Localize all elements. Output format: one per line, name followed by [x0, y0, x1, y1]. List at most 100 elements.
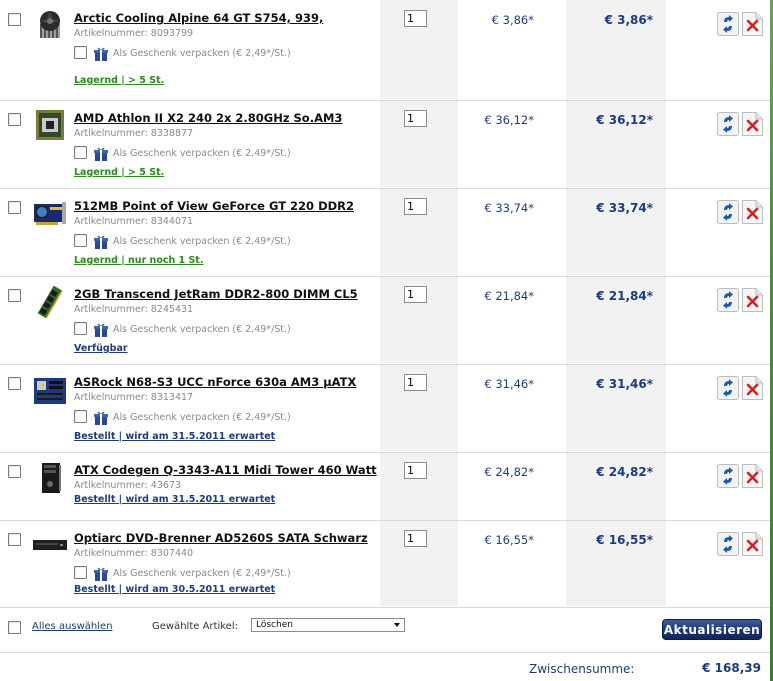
quantity-input[interactable] — [404, 286, 427, 303]
subtotal-value: € 168,39 — [702, 661, 761, 675]
cpu-cooler-icon[interactable] — [32, 10, 68, 42]
quantity-input[interactable] — [404, 110, 427, 127]
line-total: € 24,82* — [596, 465, 653, 479]
quantity-input[interactable] — [404, 374, 427, 391]
gift-wrap-option: Als Geschenk verpacken (€ 2,49*/St.) — [74, 143, 291, 162]
quantity-input[interactable] — [404, 462, 427, 479]
delete-icon[interactable] — [742, 200, 763, 224]
delete-icon[interactable] — [742, 464, 763, 488]
stock-status-link[interactable]: Lagernd | > 5 St. — [74, 167, 164, 178]
unit-price: € 24,82* — [484, 465, 534, 479]
product-title-link[interactable]: Optiarc DVD-Brenner AD5260S SATA Schwarz — [74, 531, 368, 545]
refresh-icon[interactable] — [717, 112, 739, 136]
gift-wrap-option: Als Geschenk verpacken (€ 2,49*/St.) — [74, 231, 291, 250]
article-number: Artikelnummer: 8313417 — [74, 392, 194, 403]
refresh-icon[interactable] — [717, 288, 739, 312]
refresh-icon[interactable] — [717, 464, 739, 488]
row-select-checkbox[interactable] — [8, 201, 21, 214]
row-select-checkbox[interactable] — [8, 13, 21, 26]
row-select-checkbox[interactable] — [8, 377, 21, 390]
gift-wrap-option: Als Geschenk verpacken (€ 2,49*/St.) — [74, 407, 291, 425]
cart-row: Arctic Cooling Alpine 64 GT S754, 939, Ar… — [0, 0, 770, 101]
gift-wrap-checkbox[interactable] — [74, 410, 87, 423]
article-number: Artikelnummer: 8344071 — [74, 216, 194, 227]
chevron-down-icon — [394, 623, 400, 627]
row-select-checkbox[interactable] — [8, 113, 21, 126]
article-number: Artikelnummer: 8093799 — [74, 28, 194, 39]
article-number: Artikelnummer: 8307440 — [74, 548, 194, 559]
delete-icon[interactable] — [742, 112, 763, 136]
gift-wrap-label: Als Geschenk verpacken (€ 2,49*/St.) — [113, 48, 291, 59]
gift-wrap-label: Als Geschenk verpacken (€ 2,49*/St.) — [113, 236, 291, 247]
row-select-checkbox[interactable] — [8, 465, 21, 478]
line-total: € 21,84* — [596, 289, 653, 303]
stock-status-link[interactable]: Lagernd | > 5 St. — [74, 75, 164, 86]
stock-status-link[interactable]: Bestellt | wird am 31.5.2011 erwartet — [74, 494, 275, 505]
bulk-action-select[interactable]: Löschen — [251, 618, 405, 632]
cpu-icon[interactable] — [32, 110, 68, 142]
quantity-input[interactable] — [404, 10, 427, 27]
bulk-action-value: Löschen — [256, 620, 293, 630]
gift-wrap-label: Als Geschenk verpacken (€ 2,49*/St.) — [113, 412, 291, 423]
cart-panel: Arctic Cooling Alpine 64 GT S754, 939, Ar… — [0, 0, 770, 681]
line-total: € 3,86* — [604, 13, 653, 27]
stock-status-link[interactable]: Bestellt | wird am 31.5.2011 erwartet — [74, 431, 275, 442]
stock-status-link[interactable]: Bestellt | wird am 30.5.2011 erwartet — [74, 584, 275, 595]
gift-wrap-checkbox[interactable] — [74, 566, 87, 579]
gift-icon — [93, 46, 109, 62]
graphics-card-icon[interactable] — [32, 198, 68, 230]
select-all-checkbox[interactable] — [8, 621, 21, 634]
gift-icon — [93, 566, 109, 582]
row-select-checkbox[interactable] — [8, 289, 21, 302]
product-title-link[interactable]: Arctic Cooling Alpine 64 GT S754, 939, — [74, 11, 323, 25]
article-number: Artikelnummer: 43673 — [74, 480, 181, 491]
gift-wrap-checkbox[interactable] — [74, 146, 87, 159]
select-all-link[interactable]: Alles auswählen — [32, 621, 113, 632]
gift-icon — [93, 322, 109, 338]
delete-icon[interactable] — [742, 376, 763, 400]
refresh-icon[interactable] — [717, 12, 739, 36]
cart-row: Optiarc DVD-Brenner AD5260S SATA Schwarz… — [0, 520, 770, 608]
line-total: € 36,12* — [596, 113, 653, 127]
unit-price: € 16,55* — [484, 533, 534, 547]
gift-icon — [93, 234, 109, 250]
product-title-link[interactable]: AMD Athlon II X2 240 2x 2.80GHz So.AM3 — [74, 111, 342, 125]
cart-row: 2GB Transcend JetRam DDR2-800 DIMM CL5 Ar… — [0, 276, 770, 365]
dvd-drive-icon[interactable] — [32, 530, 68, 562]
refresh-icon[interactable] — [717, 532, 739, 556]
pc-tower-icon[interactable] — [32, 462, 68, 494]
delete-icon[interactable] — [742, 288, 763, 312]
line-total: € 16,55* — [596, 533, 653, 547]
cart-row: ASRock N68-S3 UCC nForce 630a AM3 µATX Ar… — [0, 364, 770, 453]
gift-icon — [93, 146, 109, 162]
stock-status-link[interactable]: Verfügbar — [74, 343, 128, 354]
unit-price: € 36,12* — [484, 113, 534, 127]
product-title-link[interactable]: ATX Codegen Q-3343-A11 Midi Tower 460 Wa… — [74, 463, 377, 477]
line-total: € 33,74* — [596, 201, 653, 215]
gift-wrap-checkbox[interactable] — [74, 322, 87, 335]
unit-price: € 31,46* — [484, 377, 534, 391]
article-number: Artikelnummer: 8338877 — [74, 128, 194, 139]
gift-wrap-checkbox[interactable] — [74, 46, 87, 59]
quantity-input[interactable] — [404, 530, 427, 547]
selected-items-label: Gewählte Artikel: — [152, 621, 238, 632]
refresh-icon[interactable] — [717, 376, 739, 400]
quantity-input[interactable] — [404, 198, 427, 215]
refresh-icon[interactable] — [717, 200, 739, 224]
subtotal-label: Zwischensumme: — [529, 662, 635, 676]
delete-icon[interactable] — [742, 532, 763, 556]
product-title-link[interactable]: 512MB Point of View GeForce GT 220 DDR2 — [74, 199, 354, 213]
stock-status-link[interactable]: Lagernd | nur noch 1 St. — [74, 255, 203, 266]
delete-icon[interactable] — [742, 12, 763, 36]
ram-icon[interactable] — [32, 285, 68, 319]
motherboard-icon[interactable] — [32, 374, 68, 406]
gift-wrap-label: Als Geschenk verpacken (€ 2,49*/St.) — [113, 568, 291, 579]
product-title-link[interactable]: 2GB Transcend JetRam DDR2-800 DIMM CL5 — [74, 287, 358, 301]
gift-wrap-label: Als Geschenk verpacken (€ 2,49*/St.) — [113, 324, 291, 335]
product-title-link[interactable]: ASRock N68-S3 UCC nForce 630a AM3 µATX — [74, 375, 356, 389]
gift-wrap-label: Als Geschenk verpacken (€ 2,49*/St.) — [113, 148, 291, 159]
unit-price: € 33,74* — [484, 201, 534, 215]
row-select-checkbox[interactable] — [8, 533, 21, 546]
update-button[interactable]: Aktualisieren — [662, 619, 762, 640]
gift-wrap-checkbox[interactable] — [74, 234, 87, 247]
